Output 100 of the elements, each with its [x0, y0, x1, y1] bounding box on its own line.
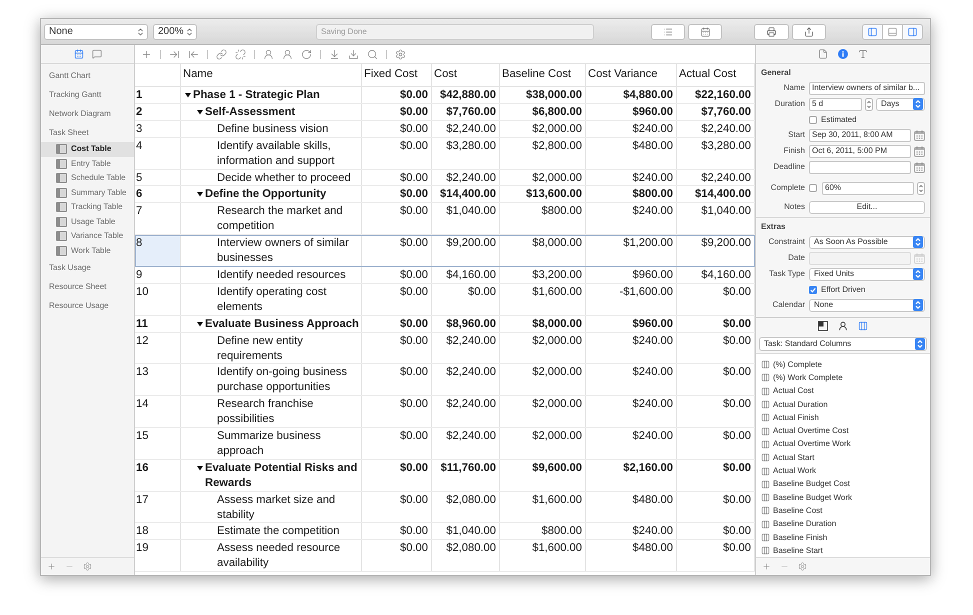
filter-popup[interactable]: None [44, 24, 148, 40]
sidebar-item[interactable]: Variance Table [41, 229, 134, 244]
table-row[interactable]: 7 Research the market and competition $0.00 $1,040.00 $800.00 $240.00 $1,040.00 [135, 203, 755, 236]
arrow-down-to-bar-icon[interactable] [329, 48, 340, 60]
checkbox[interactable] [809, 116, 817, 124]
arrow-left-to-bar-icon[interactable] [188, 48, 199, 60]
column-list-item[interactable]: Baseline Start [756, 544, 930, 557]
sidebar-item[interactable]: Task Sheet [41, 123, 134, 142]
plus-icon[interactable] [47, 562, 56, 571]
table-row[interactable]: 1 Phase 1 - Strategic Plan $0.00 $42,880.00 $38,000.00 $4,880.00 $22,160.00 [135, 87, 755, 104]
sidebar-item[interactable]: Entry Table [41, 156, 134, 171]
table-row[interactable]: 14 Research franchise possibilities $0.00 $2,240.00 $2,000.00 $240.00 $0.00 [135, 396, 755, 428]
column-list-item[interactable]: Actual Finish [756, 411, 930, 424]
column-set-dropdown[interactable]: Task: Standard Columns [759, 336, 927, 350]
table-row[interactable]: 12 Define new entity requirements $0.00 $2,240.00 $2,000.00 $240.00 $0.00 [135, 332, 755, 364]
calendar-icon[interactable] [914, 146, 925, 156]
checkbox[interactable] [809, 286, 817, 294]
share-button[interactable] [792, 24, 826, 40]
sidebar-item[interactable]: Work Table [41, 244, 134, 258]
view-toggle[interactable] [882, 24, 903, 40]
column-list-item[interactable]: Baseline Duration [756, 518, 930, 531]
column-list-item[interactable]: (%) Work Complete [756, 371, 930, 385]
column-list-item[interactable]: Actual Cost [756, 384, 930, 398]
text-field[interactable]: 5 d [809, 98, 862, 110]
table-row[interactable]: 17 Assess market size and stability $0.00 $2,080.00 $1,600.00 $480.00 $0.00 [135, 492, 755, 524]
tray-arrow-icon[interactable] [348, 48, 359, 60]
date-field[interactable]: Sep 30, 2011, 8:00 AM [809, 128, 911, 142]
broken-link-icon[interactable] [235, 48, 246, 60]
dropdown[interactable]: Fixed Units [809, 268, 925, 280]
stepper[interactable] [865, 98, 873, 110]
disclosure-triangle-icon[interactable] [197, 191, 203, 198]
column-list-item[interactable]: Baseline Finish [756, 530, 930, 544]
calendar-button[interactable] [688, 24, 722, 40]
date-field[interactable]: Oct 6, 2011, 5:00 PM [809, 144, 911, 158]
link-icon[interactable] [216, 48, 227, 60]
plus-icon[interactable] [141, 48, 152, 60]
sidebar-item[interactable]: Resource Usage [41, 296, 134, 315]
sidebar-item[interactable]: Cost Table [41, 142, 134, 156]
disclosure-triangle-icon[interactable] [185, 92, 191, 98]
column-header[interactable]: Name [183, 67, 213, 82]
table-row[interactable]: 4 Identify available skills, information and support $0.00 $3,280.00 $2,800.00 $480.00 $3,280.00 [135, 138, 755, 170]
table-row[interactable]: 16 Evaluate Potential Risks and Rewards $0.00 $11,760.00 $9,600.00 $2,160.00 $0.00 [135, 460, 755, 492]
sidebar-item[interactable]: Usage Table [41, 214, 134, 229]
person-icon[interactable] [838, 321, 848, 331]
disclosure-triangle-icon[interactable] [197, 464, 203, 471]
sidebar-item[interactable]: Schedule Table [41, 171, 134, 186]
notes-edit-button[interactable]: Edit... [809, 200, 925, 214]
text-field[interactable]: 60% [822, 182, 914, 194]
date-field[interactable] [809, 160, 911, 174]
disclosure-triangle-icon[interactable] [197, 108, 203, 115]
view-toggle[interactable] [902, 24, 923, 40]
column-list-item[interactable]: Actual Start [756, 451, 930, 464]
sidebar-item[interactable]: Tracking Table [41, 200, 134, 214]
document-icon[interactable] [818, 49, 828, 59]
column-list-item[interactable]: (%) Complete [756, 358, 930, 372]
search-icon[interactable] [367, 48, 378, 60]
table-row[interactable]: 9 Identify needed resources $0.00 $4,160.00 $3,200.00 $960.00 $4,160.00 [135, 266, 755, 284]
layout-icon[interactable] [818, 321, 828, 331]
columns-icon[interactable] [858, 321, 868, 331]
table-row[interactable]: 8 Interview owners of similar businesses $0.00 $9,200.00 $8,000.00 $1,200.00 $9,200.00 [135, 235, 755, 267]
table-row[interactable]: 3 Define business vision $0.00 $2,240.00 $2,000.00 $240.00 $2,240.00 [135, 120, 755, 138]
table-row[interactable]: 18 Estimate the competition $0.00 $1,040.00 $800.00 $240.00 $0.00 [135, 523, 755, 540]
gear-icon[interactable] [83, 562, 92, 571]
column-list-item[interactable]: Actual Overtime Cost [756, 424, 930, 438]
table-row[interactable]: 2 Self-Assessment $0.00 $7,760.00 $6,800.00 $960.00 $7,760.00 [135, 104, 755, 121]
column-list-item[interactable]: Baseline Budget Work [756, 490, 930, 504]
rotate-arrow-icon[interactable] [301, 48, 312, 60]
gear-icon[interactable] [395, 48, 406, 60]
zoom-popup[interactable]: 200% [153, 24, 197, 40]
table-row[interactable]: 13 Identify on-going business purchase opportunities $0.00 $2,240.00 $2,000.00 $240.00 $0.00 [135, 364, 755, 396]
table-row[interactable]: 6 Define the Opportunity $0.00 $14,400.00 $13,600.00 $800.00 $14,400.00 [135, 186, 755, 204]
calendar-icon[interactable] [914, 130, 925, 140]
column-list-item[interactable]: Baseline Budget Cost [756, 478, 930, 491]
column-header[interactable]: Baseline Cost [502, 67, 572, 82]
table-row[interactable]: 15 Summarize business approach $0.00 $2,240.00 $2,000.00 $240.00 $0.00 [135, 428, 755, 460]
column-list-item[interactable]: Baseline Cost [756, 504, 930, 518]
text-field[interactable]: Interview owners of similar b... [809, 82, 925, 94]
table-row[interactable]: 10 Identify operating cost elements $0.00 $0.00 $1,600.00 -$1,600.00 $0.00 [135, 284, 755, 316]
print-button[interactable] [754, 24, 789, 40]
view-toggle[interactable] [862, 24, 883, 40]
speech-bubble-icon[interactable] [92, 49, 102, 59]
table-row[interactable]: 11 Evaluate Business Approach $0.00 $8,960.00 $8,000.00 $960.00 $0.00 [135, 316, 755, 333]
sidebar-item[interactable]: Network Diagram [41, 104, 134, 123]
sidebar-item[interactable]: Gantt Chart [41, 66, 134, 85]
text-format-icon[interactable] [858, 49, 868, 59]
calendar-icon[interactable] [74, 49, 84, 59]
sidebar-item[interactable]: Resource Sheet [41, 277, 134, 296]
stepper[interactable] [917, 182, 925, 194]
column-list-item[interactable]: Actual Overtime Work [756, 438, 930, 452]
dropdown[interactable]: None [809, 298, 925, 312]
arrow-right-to-bar-icon[interactable] [169, 48, 180, 60]
column-list-item[interactable]: Actual Work [756, 464, 930, 478]
calendar-icon[interactable] [914, 162, 925, 172]
table-row[interactable]: 19 Assess needed resource availability $0.00 $2,080.00 $1,600.00 $480.00 $0.00 [135, 540, 755, 572]
dropdown[interactable]: As Soon As Possible [809, 236, 925, 248]
column-list-item[interactable]: Actual Duration [756, 398, 930, 412]
info-icon[interactable] [838, 49, 848, 59]
gear-icon[interactable] [798, 562, 807, 571]
plus-icon[interactable] [762, 562, 771, 571]
sidebar-item[interactable]: Task Usage [41, 258, 134, 277]
